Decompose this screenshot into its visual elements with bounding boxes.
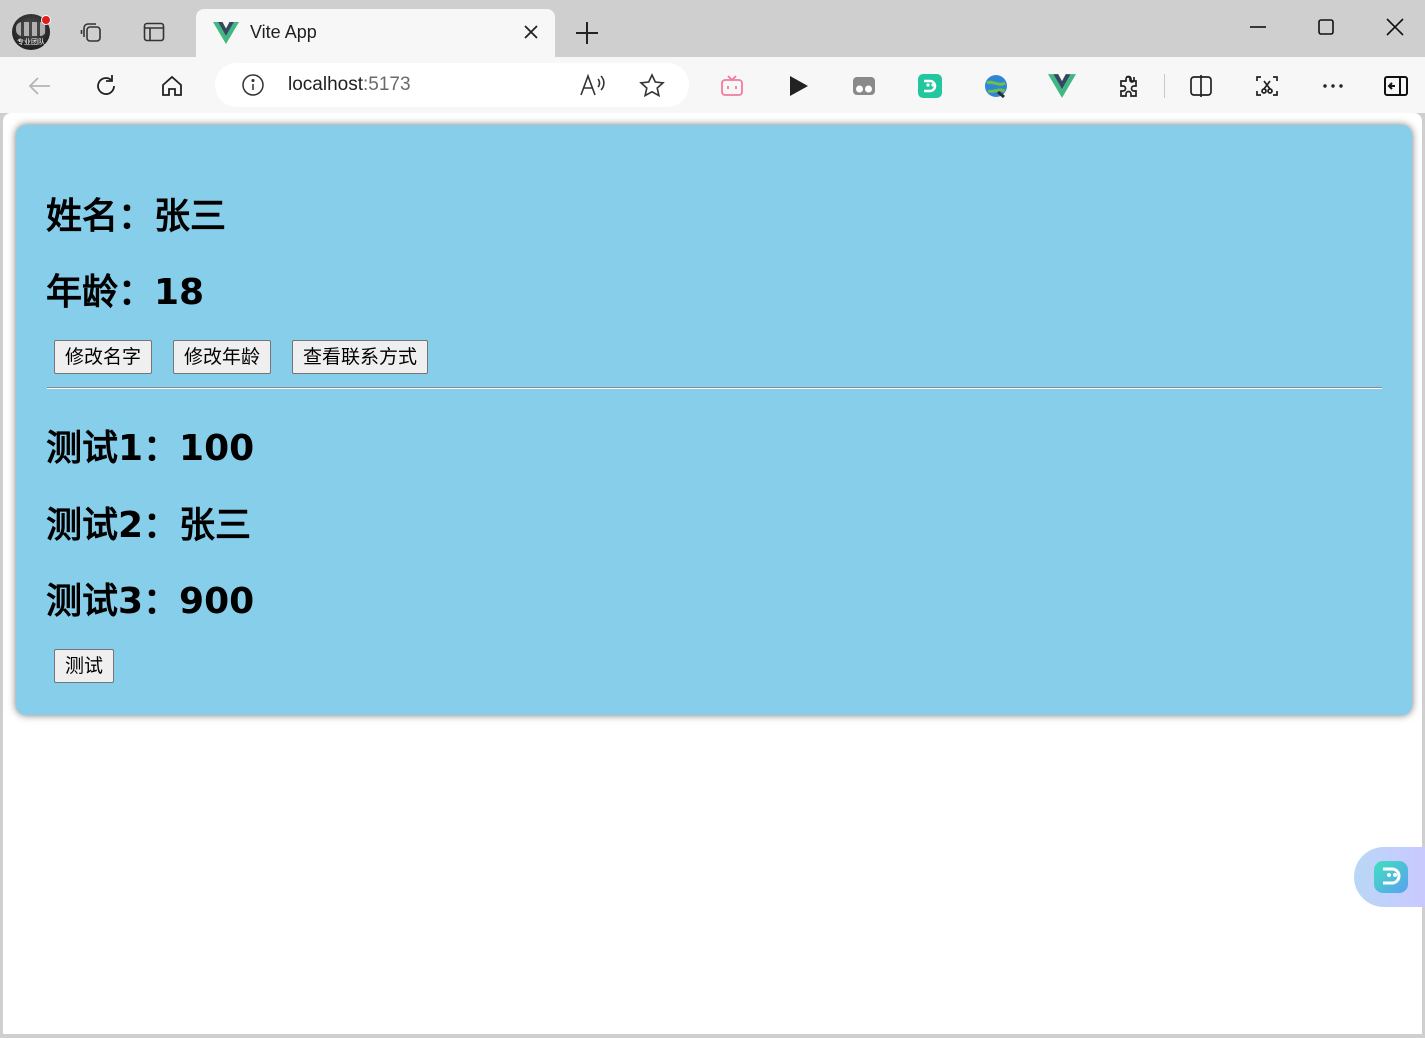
url-port: :5173 xyxy=(363,74,411,95)
split-screen-icon[interactable] xyxy=(1186,71,1216,101)
url-host: localhost xyxy=(288,74,363,95)
web-capture-icon[interactable] xyxy=(1252,71,1282,101)
url-text: localhost:5173 xyxy=(288,74,411,96)
globe-extension-icon[interactable] xyxy=(981,71,1011,101)
sidebar-toggle-icon[interactable] xyxy=(1381,71,1411,101)
view-contact-button[interactable]: 查看联系方式 xyxy=(292,340,429,374)
vue-devtools-icon[interactable] xyxy=(1047,71,1077,101)
test-button[interactable]: 测试 xyxy=(54,649,115,683)
workspaces-icon[interactable] xyxy=(79,20,103,44)
person-name: 姓名：张三 xyxy=(46,196,227,237)
floating-assistant-button[interactable] xyxy=(1354,847,1425,907)
refresh-icon[interactable] xyxy=(91,71,121,101)
divider xyxy=(47,387,1382,389)
new-tab-icon[interactable] xyxy=(573,19,601,47)
assistant-icon xyxy=(1374,861,1408,893)
app-card: 姓名：张三 年龄：18 修改名字 修改年龄 查看联系方式 测试1：100 测试2… xyxy=(16,125,1412,715)
tab-title: Vite App xyxy=(250,22,317,42)
read-aloud-icon[interactable] xyxy=(579,73,607,97)
page-viewport: 姓名：张三 年龄：18 修改名字 修改年龄 查看联系方式 测试1：100 测试2… xyxy=(3,113,1425,1034)
more-menu-icon[interactable] xyxy=(1318,71,1348,101)
close-window-icon[interactable] xyxy=(1380,12,1410,42)
test3-value: 测试3：900 xyxy=(46,581,255,622)
test2-value: 测试2：张三 xyxy=(46,505,252,546)
vue-favicon-icon xyxy=(213,22,239,44)
test1-value: 测试1：100 xyxy=(46,428,255,469)
minimize-icon[interactable] xyxy=(1243,12,1273,42)
tv-extension-icon[interactable] xyxy=(717,71,747,101)
glasses-extension-icon[interactable] xyxy=(849,71,879,101)
address-bar[interactable]: localhost:5173 xyxy=(215,63,689,107)
change-name-button[interactable]: 修改名字 xyxy=(54,340,153,374)
tab-vite-app[interactable]: Vite App xyxy=(196,9,555,57)
assistant-extension-icon[interactable] xyxy=(915,71,945,101)
person-age: 年龄：18 xyxy=(46,272,205,313)
change-age-button[interactable]: 修改年龄 xyxy=(173,340,272,374)
browser-window: 专业团队 Vite App localhost:5173 姓名：张三 年龄：18… xyxy=(0,0,1425,1038)
toolbar-separator xyxy=(1164,74,1165,98)
vertical-tabs-icon[interactable] xyxy=(142,20,166,44)
extensions-icon[interactable] xyxy=(1114,71,1144,101)
site-info-icon[interactable] xyxy=(241,73,265,97)
browser-toolbar: localhost:5173 xyxy=(0,57,1425,113)
tab-strip: 专业团队 Vite App xyxy=(0,0,1425,57)
avatar-image xyxy=(16,22,46,36)
home-icon[interactable] xyxy=(157,71,187,101)
close-tab-icon[interactable] xyxy=(521,22,541,42)
back-icon[interactable] xyxy=(25,71,55,101)
favorite-star-icon[interactable] xyxy=(639,73,665,99)
play-extension-icon[interactable] xyxy=(783,71,813,101)
maximize-icon[interactable] xyxy=(1311,12,1341,42)
avatar-caption: 专业团队 xyxy=(17,38,45,46)
notification-dot xyxy=(41,15,51,25)
